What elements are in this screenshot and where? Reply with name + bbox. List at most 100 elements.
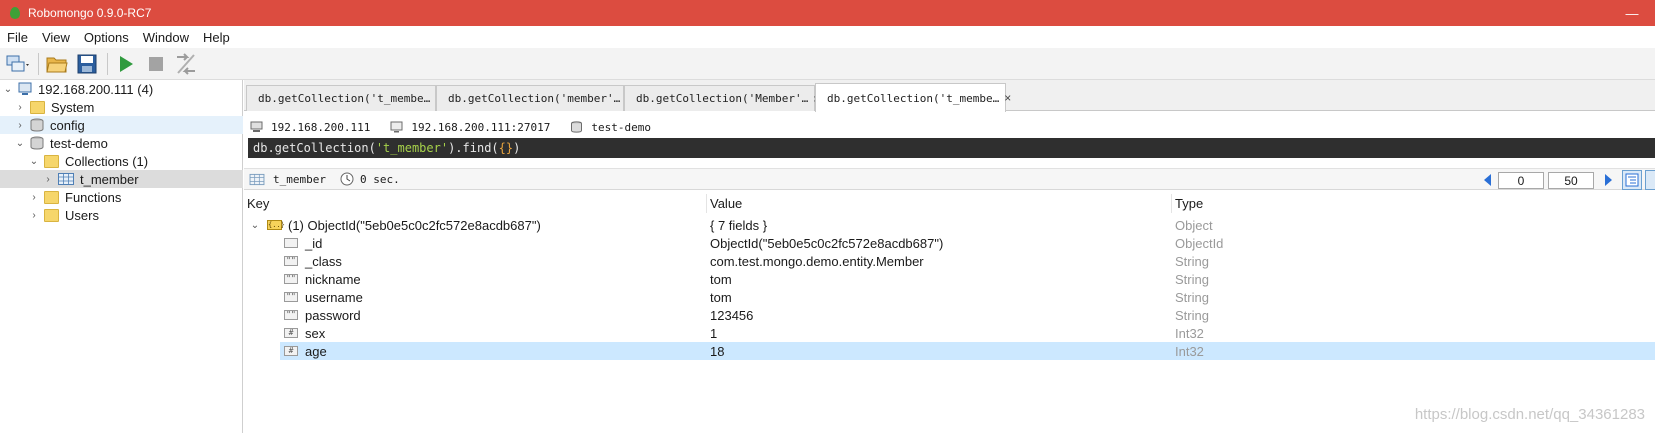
- query-editor[interactable]: db.getCollection('t_member').find({}): [248, 138, 1655, 158]
- menu-view[interactable]: View: [35, 30, 77, 45]
- tree-item-label: System: [51, 99, 95, 115]
- open-button[interactable]: [43, 51, 71, 77]
- query-workspace: db.getCollection('t_membe… × db.getColle…: [244, 80, 1655, 433]
- query-prefix: db.getCollection(: [253, 141, 376, 155]
- save-button[interactable]: [73, 51, 101, 77]
- folder-icon: [30, 100, 45, 114]
- chevron-right-icon[interactable]: ›: [14, 119, 26, 131]
- connect-button[interactable]: [4, 51, 32, 77]
- connection-database: test-demo: [570, 121, 651, 134]
- tree-item-label: test-demo: [50, 135, 108, 151]
- orientation-button[interactable]: [172, 51, 200, 77]
- minimize-button[interactable]: —: [1609, 0, 1655, 26]
- tree-item-t-member[interactable]: › t_member: [0, 170, 243, 188]
- tree-item-system[interactable]: › System: [0, 98, 243, 116]
- query-time: 0 sec.: [359, 172, 400, 186]
- column-header-key[interactable]: Key: [244, 194, 707, 213]
- watermark: https://blog.csdn.net/qq_34361283: [1414, 406, 1645, 423]
- server-icon: [250, 121, 263, 132]
- string-icon: "": [284, 310, 298, 320]
- field-key: username: [305, 289, 363, 305]
- chevron-down-icon[interactable]: ⌄: [2, 83, 14, 95]
- database-icon: [571, 121, 583, 133]
- tree-item-users[interactable]: › Users: [0, 206, 243, 224]
- folder-icon: [44, 208, 59, 222]
- field-type: Int32: [1175, 325, 1204, 341]
- connection-server: 192.168.200.111: [250, 121, 370, 134]
- tab-query-2[interactable]: db.getCollection('member'… ×: [436, 85, 632, 111]
- document-value: { 7 fields }: [710, 217, 768, 233]
- column-header-type[interactable]: Type: [1172, 194, 1655, 213]
- chevron-down-icon[interactable]: ⌄: [249, 219, 261, 231]
- tree-server[interactable]: ⌄ 192.168.200.111 (4): [0, 80, 243, 98]
- orientation-icon: [177, 52, 195, 75]
- tree-item-test-demo[interactable]: ⌄ test-demo: [0, 134, 243, 152]
- chevron-right-icon[interactable]: ›: [14, 101, 26, 113]
- connection-host-label: 192.168.200.111:27017: [411, 120, 551, 134]
- tree-item-collections[interactable]: ⌄ Collections (1): [0, 152, 243, 170]
- chevron-down-icon[interactable]: ⌄: [14, 137, 26, 149]
- number-icon: #: [284, 346, 298, 356]
- stop-button[interactable]: [142, 51, 170, 77]
- menu-bar: File View Options Window Help: [0, 26, 1655, 48]
- menu-file[interactable]: File: [0, 30, 35, 45]
- document-row[interactable]: ⌄ {..} (1) ObjectId("5eb0e5c0c2fc572e8ac…: [244, 216, 1655, 234]
- chevron-right-icon[interactable]: ›: [28, 191, 40, 203]
- close-icon[interactable]: ×: [1004, 91, 1011, 105]
- table-row[interactable]: "" password 123456 String: [244, 306, 1655, 324]
- field-value: com.test.mongo.demo.entity.Member: [710, 253, 924, 269]
- table-view-button[interactable]: [1645, 170, 1655, 190]
- execute-button[interactable]: [112, 51, 140, 77]
- tree-view-button[interactable]: [1622, 170, 1642, 190]
- field-value: tom: [710, 289, 732, 305]
- number-icon: #: [284, 328, 298, 338]
- column-header-value[interactable]: Value: [707, 194, 1172, 213]
- query-tabs: db.getCollection('t_membe… × db.getColle…: [244, 80, 1655, 112]
- field-value: tom: [710, 271, 732, 287]
- result-grid: Key Value Type ⌄ {..} (1) ObjectId("5eb0…: [244, 194, 1655, 433]
- field-type: String: [1175, 307, 1209, 323]
- table-row[interactable]: "" nickname tom String: [244, 270, 1655, 288]
- menu-window[interactable]: Window: [136, 30, 196, 45]
- tree-item-label: config: [50, 117, 85, 133]
- explorer-tree: ⌄ 192.168.200.111 (4) › System › config …: [0, 80, 243, 433]
- table-row[interactable]: _id ObjectId("5eb0e5c0c2fc572e8acdb687")…: [244, 234, 1655, 252]
- string-icon: "": [284, 256, 298, 266]
- table-row-selected[interactable]: # age 18 Int32: [280, 342, 1655, 360]
- field-key: _id: [305, 235, 323, 251]
- next-page-icon[interactable]: [1605, 174, 1612, 186]
- connection-info: 192.168.200.111 192.168.200.111:27017 te…: [244, 117, 665, 137]
- result-collection-name: t_member: [273, 172, 326, 186]
- toolbar: [0, 48, 1655, 80]
- open-icon: [46, 57, 68, 72]
- string-icon: "": [284, 274, 298, 284]
- chevron-right-icon[interactable]: ›: [28, 209, 40, 221]
- title-bar: Robomongo 0.9.0-RC7 —: [0, 0, 1655, 26]
- toolbar-separator: [107, 52, 108, 75]
- table-row[interactable]: "" _class com.test.mongo.demo.entity.Memb…: [244, 252, 1655, 270]
- page-start-input[interactable]: 0: [1498, 171, 1544, 189]
- chevron-right-icon[interactable]: ›: [42, 173, 54, 185]
- menu-options[interactable]: Options: [77, 30, 136, 45]
- previous-page-icon[interactable]: [1484, 174, 1491, 186]
- table-row[interactable]: "" username tom String: [244, 288, 1655, 306]
- tab-query-3[interactable]: db.getCollection('Member'… ×: [624, 85, 820, 111]
- field-value: 18: [710, 343, 725, 359]
- tree-item-functions[interactable]: › Functions: [0, 188, 243, 206]
- field-key: age: [305, 343, 327, 359]
- tab-query-4-active[interactable]: db.getCollection('t_membe… ×: [815, 83, 1011, 112]
- field-type: ObjectId: [1175, 235, 1224, 251]
- stop-icon: [149, 56, 163, 71]
- tree-item-config[interactable]: › config: [0, 116, 243, 134]
- chevron-down-icon[interactable]: ⌄: [28, 155, 40, 167]
- string-icon: "": [284, 292, 298, 302]
- connect-icon: [6, 55, 29, 71]
- tab-query-1[interactable]: db.getCollection('t_membe… ×: [246, 85, 442, 111]
- menu-help[interactable]: Help: [196, 30, 237, 45]
- tree-item-label: Functions: [65, 189, 122, 205]
- page-size-input[interactable]: 50: [1548, 171, 1594, 189]
- field-key: _class: [305, 253, 342, 269]
- query-suffix: ): [513, 141, 521, 155]
- field-key: sex: [305, 325, 326, 341]
- table-row[interactable]: # sex 1 Int32: [244, 324, 1655, 342]
